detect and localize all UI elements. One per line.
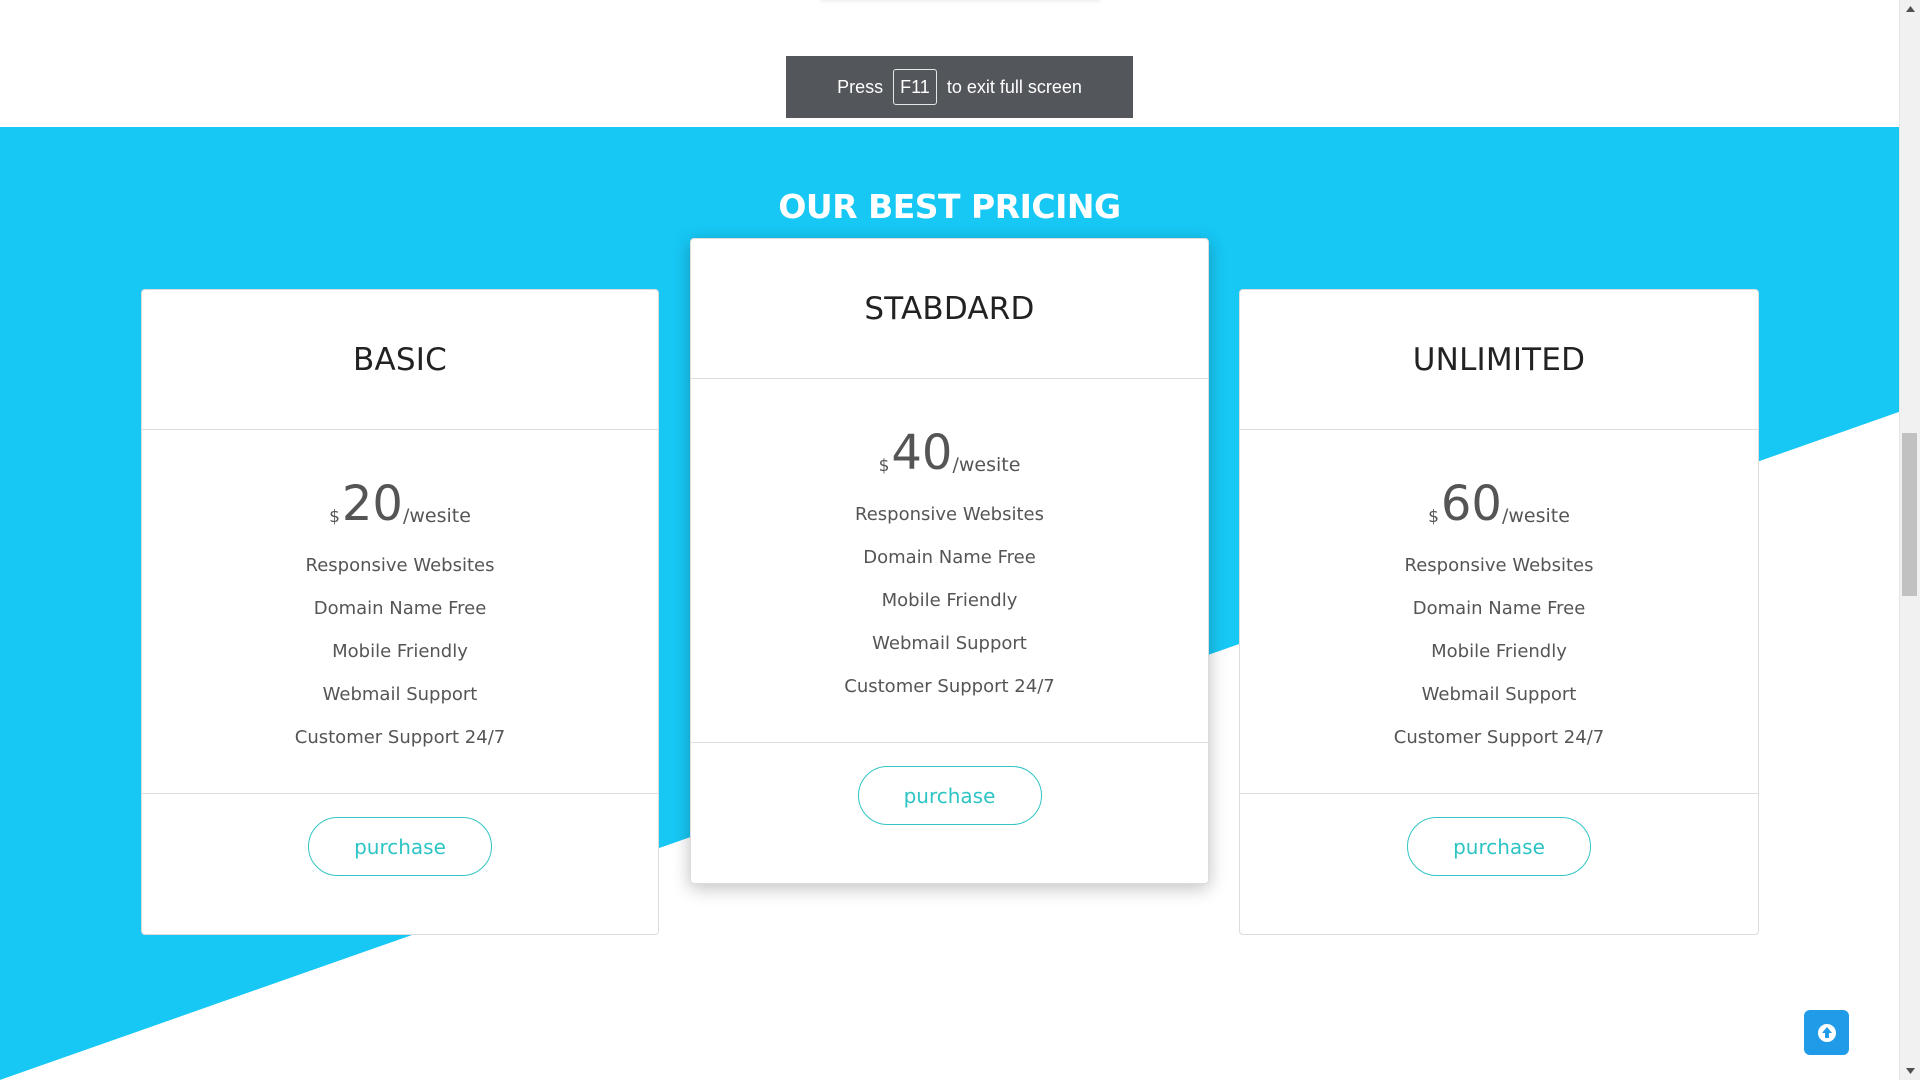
feature-item: Domain Name Free bbox=[313, 598, 487, 619]
purchase-button-basic[interactable]: purchase bbox=[308, 817, 492, 876]
plan-footer: purchase bbox=[142, 794, 658, 935]
triangle-up-icon bbox=[1905, 6, 1915, 12]
plan-price: $ 20 /wesite bbox=[142, 480, 658, 528]
feature-item: Webmail Support bbox=[322, 684, 478, 705]
feature-item: Responsive Websites bbox=[1404, 555, 1594, 576]
price-period: /wesite bbox=[402, 505, 471, 527]
triangle-down-icon bbox=[1905, 1068, 1915, 1074]
plan-footer: purchase bbox=[1240, 794, 1758, 935]
feature-item: Mobile Friendly bbox=[881, 590, 1018, 611]
f11-key: F11 bbox=[893, 69, 937, 105]
price-currency: $ bbox=[329, 507, 340, 527]
price-amount: 60 bbox=[1440, 476, 1502, 532]
plan-name: UNLIMITED bbox=[1240, 290, 1758, 430]
plan-price: $ 60 /wesite bbox=[1240, 480, 1758, 528]
feature-item: Webmail Support bbox=[872, 633, 1027, 654]
feature-item: Webmail Support bbox=[1421, 684, 1577, 705]
feature-item: Responsive Websites bbox=[305, 555, 495, 576]
feature-item: Domain Name Free bbox=[863, 547, 1036, 568]
pricing-card-unlimited: UNLIMITED $ 60 /wesite Responsive Websit… bbox=[1239, 289, 1759, 935]
feature-item: Responsive Websites bbox=[855, 504, 1044, 525]
feature-item: Customer Support 24/7 bbox=[1393, 727, 1605, 748]
section-title: OUR BEST PRICING bbox=[778, 187, 1121, 226]
price-currency: $ bbox=[1428, 507, 1439, 527]
page: OUR BEST PRICING BASIC $ 20 /wesite Resp… bbox=[0, 0, 1920, 1080]
feature-item: Customer Support 24/7 bbox=[294, 727, 506, 748]
plan-footer: purchase bbox=[691, 743, 1208, 884]
top-shadow bbox=[820, 0, 1100, 4]
price-period: /wesite bbox=[1501, 505, 1570, 527]
plan-name: BASIC bbox=[142, 290, 658, 430]
price-period: /wesite bbox=[952, 454, 1021, 476]
plan-name: STABDARD bbox=[691, 239, 1208, 379]
pricing-section: OUR BEST PRICING BASIC $ 20 /wesite Resp… bbox=[0, 127, 1899, 1080]
plan-body: $ 40 /wesite Responsive Websites Domain … bbox=[691, 379, 1208, 743]
pricing-card-standard: STABDARD $ 40 /wesite Responsive Website… bbox=[690, 238, 1209, 884]
feature-item: Domain Name Free bbox=[1412, 598, 1586, 619]
feature-item: Mobile Friendly bbox=[332, 641, 468, 662]
price-amount: 20 bbox=[341, 476, 403, 532]
plan-body: $ 20 /wesite Responsive Websites Domain … bbox=[142, 430, 658, 794]
purchase-button-standard[interactable]: purchase bbox=[857, 766, 1042, 825]
pricing-card-basic: BASIC $ 20 /wesite Responsive Websites D… bbox=[141, 289, 659, 935]
plan-price: $ 40 /wesite bbox=[691, 429, 1208, 477]
price-amount: 40 bbox=[891, 425, 953, 481]
plan-body: $ 60 /wesite Responsive Websites Domain … bbox=[1240, 430, 1758, 794]
feature-item: Customer Support 24/7 bbox=[844, 676, 1055, 697]
scrollbar-thumb[interactable] bbox=[1902, 433, 1917, 596]
scroll-to-top-button[interactable] bbox=[1804, 1010, 1849, 1055]
scroll-up-arrow[interactable] bbox=[1900, 0, 1920, 18]
price-currency: $ bbox=[878, 456, 890, 476]
toast-prefix: Press bbox=[837, 76, 884, 97]
toast-suffix: to exit full screen bbox=[946, 76, 1082, 97]
vertical-scrollbar[interactable] bbox=[1899, 0, 1920, 1080]
scroll-down-arrow[interactable] bbox=[1900, 1062, 1920, 1080]
purchase-button-unlimited[interactable]: purchase bbox=[1407, 817, 1591, 876]
feature-item: Mobile Friendly bbox=[1431, 641, 1567, 662]
arrow-up-icon bbox=[1817, 1023, 1836, 1042]
fullscreen-exit-toast: Press F11 to exit full screen bbox=[786, 56, 1133, 118]
